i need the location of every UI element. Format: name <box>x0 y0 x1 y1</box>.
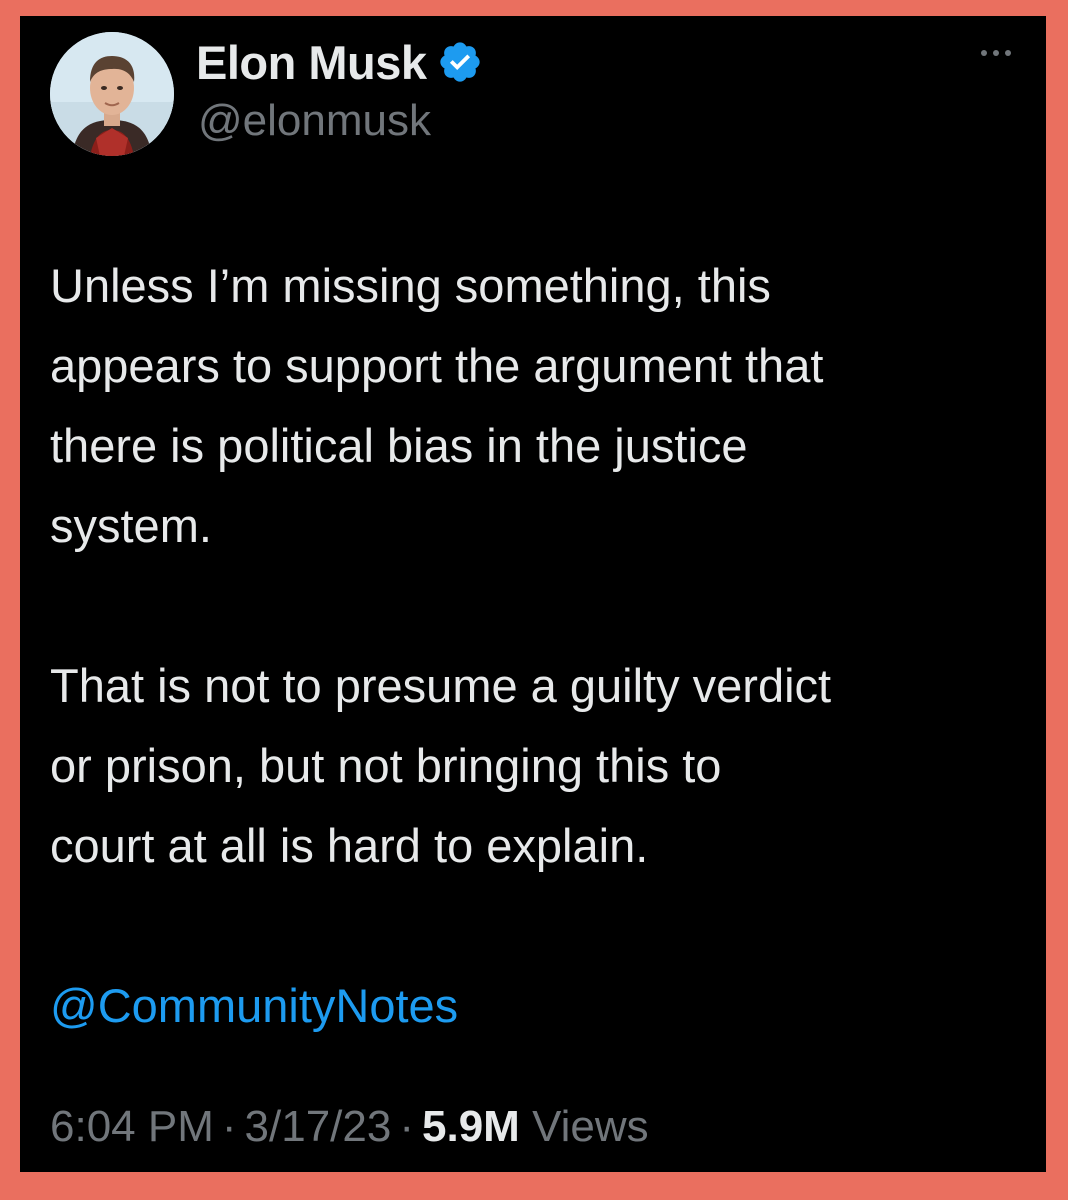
profile-photo-icon <box>50 32 174 156</box>
views-count[interactable]: 5.9M <box>422 1102 520 1151</box>
tweet-line: That is not to presume a guilty verdict <box>50 659 832 712</box>
author-display-name[interactable]: Elon Musk <box>196 35 427 90</box>
tweet-line: system. <box>50 499 212 552</box>
author-name-row: Elon Musk <box>196 30 483 94</box>
tweet-date[interactable]: 3/17/23 <box>245 1102 392 1151</box>
separator-dot: · <box>399 1102 414 1151</box>
tweet-text: Unless I’m missing something, this appea… <box>50 246 1030 1046</box>
views-label: Views <box>532 1102 649 1151</box>
tweet-metadata: 6:04 PM · 3/17/23 · 5.9M Views <box>50 1102 649 1152</box>
tweet-line: or prison, but not bringing this to <box>50 739 722 792</box>
avatar[interactable] <box>50 32 174 156</box>
separator-dot: · <box>221 1102 237 1151</box>
mention-link[interactable]: @CommunityNotes <box>50 966 1030 1046</box>
tweet-time[interactable]: 6:04 PM <box>50 1102 214 1151</box>
more-options-icon[interactable] <box>976 38 1016 68</box>
tweet-line: appears to support the argument that <box>50 339 824 392</box>
tweet-line: Unless I’m missing something, this <box>50 259 771 312</box>
tweet-line: there is political bias in the justice <box>50 419 748 472</box>
verified-badge-icon[interactable] <box>437 39 483 85</box>
tweet-line: court at all is hard to explain. <box>50 819 649 872</box>
author-handle[interactable]: @elonmusk <box>198 96 431 146</box>
tweet-card: Elon Musk @elonmusk Unless I’m missing s… <box>20 16 1046 1172</box>
